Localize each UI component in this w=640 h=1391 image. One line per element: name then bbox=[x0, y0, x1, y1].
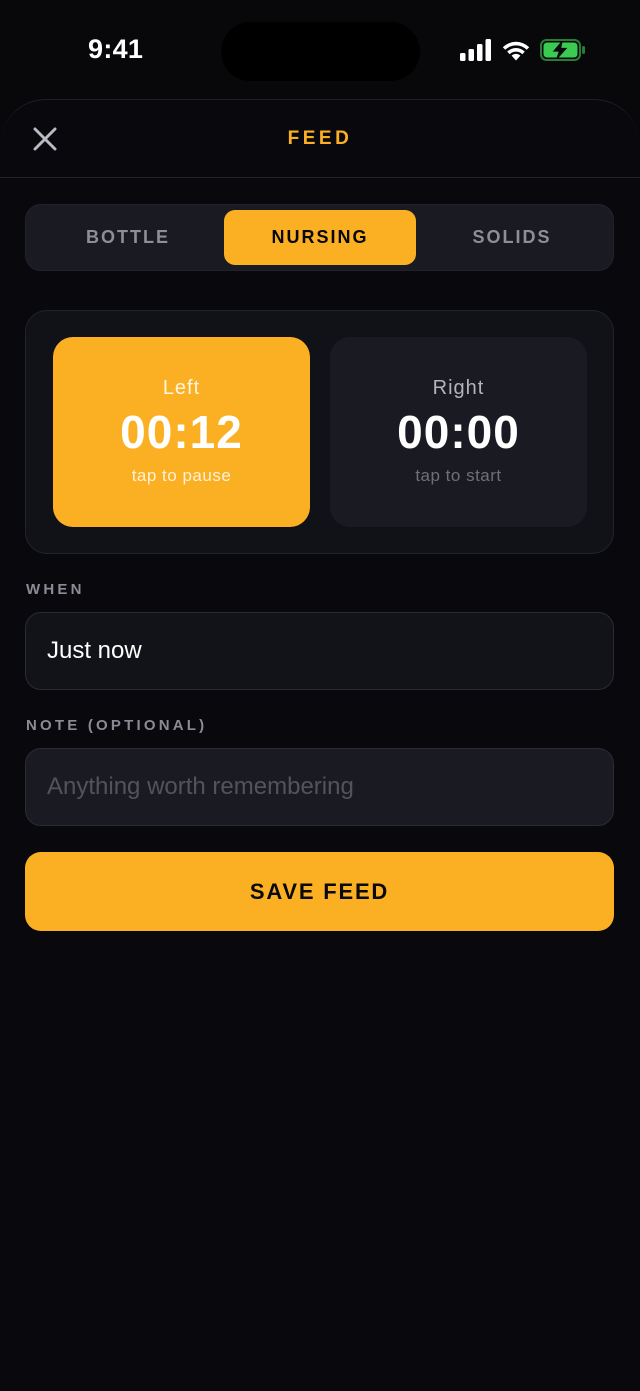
left-timer-label: Left bbox=[162, 377, 201, 399]
battery-charging-icon bbox=[540, 38, 586, 66]
note-input[interactable]: Anything worth remembering bbox=[25, 748, 614, 826]
left-timer-hint: tap to pause bbox=[131, 466, 232, 486]
tab-nursing[interactable]: NURSING bbox=[224, 210, 416, 265]
left-timer-button[interactable]: Left 00:12 tap to pause bbox=[53, 337, 310, 527]
feed-sheet: FEED BOTTLE NURSING SOLIDS Left 00:12 ta… bbox=[0, 99, 640, 1391]
right-timer-label: Right bbox=[432, 377, 485, 399]
left-timer-time: 00:12 bbox=[120, 406, 243, 458]
status-bar: 9:41 bbox=[0, 0, 640, 100]
sheet-title: FEED bbox=[287, 128, 353, 149]
sheet-header: FEED bbox=[0, 100, 640, 178]
nursing-timer-card: Left 00:12 tap to pause Right 00:00 tap … bbox=[25, 310, 614, 554]
right-timer-button[interactable]: Right 00:00 tap to start bbox=[330, 337, 587, 527]
status-icons bbox=[460, 38, 586, 66]
note-label: NOTE (OPTIONAL) bbox=[26, 717, 208, 734]
when-label: WHEN bbox=[26, 581, 85, 598]
tab-bottle[interactable]: BOTTLE bbox=[32, 210, 224, 265]
status-time: 9:41 bbox=[88, 34, 144, 64]
note-placeholder: Anything worth remembering bbox=[47, 773, 354, 800]
feed-screen: 9:41 FEED BOTTLE NURSING SOLIDS Left 00:… bbox=[0, 0, 640, 1391]
cellular-signal-icon bbox=[460, 38, 492, 66]
feed-type-segmented-control: BOTTLE NURSING SOLIDS bbox=[25, 204, 614, 271]
when-value: Just now bbox=[47, 637, 142, 664]
tab-solids[interactable]: SOLIDS bbox=[416, 210, 608, 265]
when-field[interactable]: Just now bbox=[25, 612, 614, 690]
save-feed-button[interactable]: SAVE FEED bbox=[25, 852, 614, 931]
right-timer-time: 00:00 bbox=[397, 406, 520, 458]
right-timer-hint: tap to start bbox=[415, 466, 502, 486]
dynamic-island bbox=[221, 22, 420, 81]
wifi-icon bbox=[502, 39, 530, 66]
